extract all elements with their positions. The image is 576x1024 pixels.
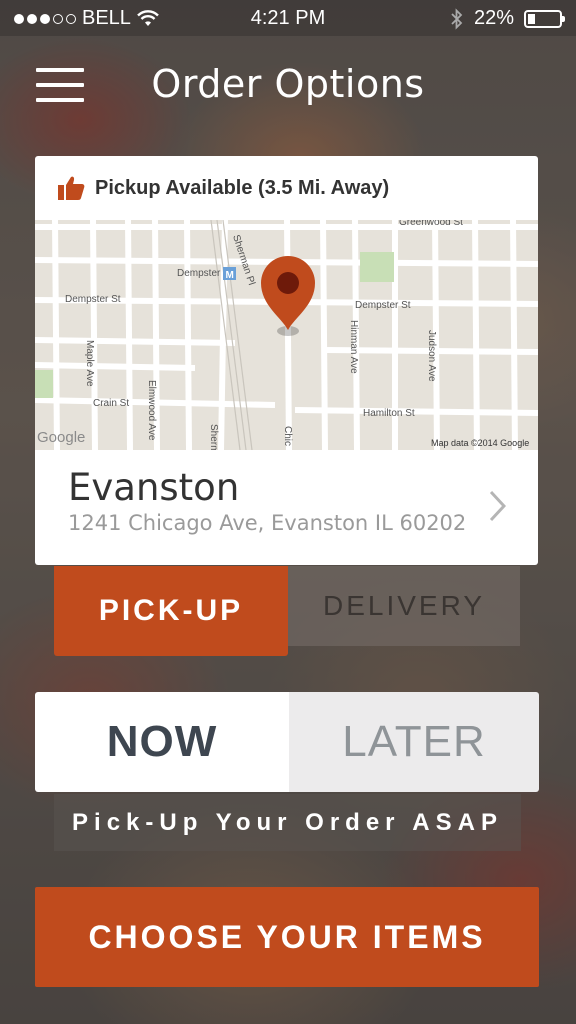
map-label: Judson Ave — [426, 330, 437, 382]
map-label: Elmwood Ave — [146, 380, 157, 441]
map-label: Sherm — [208, 424, 219, 450]
location-map[interactable]: Greenwood St Dempster St Dempster St She… — [35, 217, 538, 453]
status-bar: BELL 4:21 PM 22% — [0, 0, 576, 36]
location-city: Evanston — [68, 466, 240, 509]
location-details-row[interactable]: Evanston 1241 Chicago Ave, Evanston IL 6… — [35, 450, 538, 565]
map-label: Maple Ave — [84, 340, 95, 387]
map-label: Crain St — [93, 398, 129, 409]
map-label: Dempster St — [65, 294, 121, 305]
google-logo: Google — [37, 429, 85, 446]
pickup-button[interactable]: PICK-UP — [54, 566, 288, 656]
battery-icon — [524, 9, 565, 28]
page-title: Order Options — [151, 62, 425, 106]
choose-items-button[interactable]: CHOOSE YOUR ITEMS — [35, 887, 539, 987]
map-label: Hamilton St — [363, 408, 415, 419]
later-button[interactable]: LATER — [289, 692, 539, 792]
map-label: Chic — [282, 426, 293, 446]
order-type-toggle: PICK-UP DELIVERY — [54, 566, 520, 656]
map-label: Hinman Ave — [348, 320, 359, 374]
location-address: 1241 Chicago Ave, Evanston IL 60202 — [68, 511, 467, 535]
bluetooth-icon — [451, 7, 463, 30]
timing-info: Pick-Up Your Order ASAP — [54, 794, 521, 851]
map-label: Greenwood St — [399, 220, 463, 228]
map-label: Dempster St — [355, 300, 411, 311]
svg-text:M: M — [226, 270, 234, 281]
battery-percent: 22% — [473, 7, 514, 29]
availability-text: Pickup Available (3.5 Mi. Away) — [95, 176, 390, 199]
status-right: 22% — [450, 7, 565, 30]
chevron-right-icon — [489, 490, 506, 522]
map-canvas: Greenwood St Dempster St Dempster St She… — [35, 217, 538, 453]
map-attribution: Map data ©2014 Google — [431, 438, 529, 448]
now-button[interactable]: NOW — [35, 692, 289, 792]
timing-toggle: NOW LATER — [35, 692, 539, 792]
thumbs-up-icon — [58, 176, 85, 200]
map-label: Dempster — [177, 268, 221, 279]
availability-row: Pickup Available (3.5 Mi. Away) — [35, 156, 538, 220]
location-card: Pickup Available (3.5 Mi. Away) Greenwoo… — [35, 156, 538, 565]
delivery-button[interactable]: DELIVERY — [288, 566, 520, 646]
battery-fill — [528, 13, 535, 24]
